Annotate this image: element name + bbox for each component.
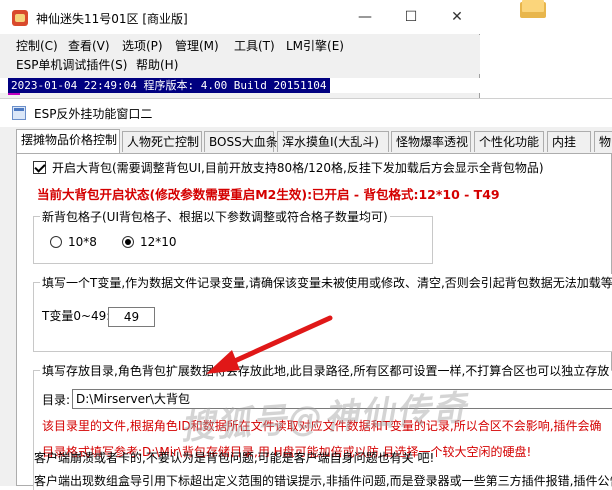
big-bag-checkbox[interactable] [33,161,46,174]
dialog-titlebar: ESP反外挂功能窗口二 [0,99,612,127]
menu-bar: 控制(C) 查看(V) 选项(P) 管理(M) 工具(T) LM引擎(E) [0,35,480,55]
menu-control[interactable]: 控制(C) [16,37,58,54]
menu-help[interactable]: 帮助(H) [136,56,178,73]
log-marker [8,93,20,95]
tvar-group: 填写一个T变量,作为数据文件记录变量,请确保该变量未被使用或修改、清空,否则会引… [33,274,612,352]
window-title: 神仙迷失11号01区 [商业版] [36,12,188,26]
main-titlebar: 神仙迷失11号01区 [商业版] — ☐ ✕ [0,0,480,34]
radio-12x10-button[interactable] [122,236,134,248]
tvar-field-label: T变量0~49: [42,309,111,323]
tab-items[interactable]: 物 [594,131,612,152]
menu-options[interactable]: 选项(P) [122,37,163,54]
tvar-group-label: 填写一个T变量,作为数据文件记录变量,请确保该变量未被使用或修改、清空,否则会引… [40,274,612,291]
menu-esp-plugin[interactable]: ESP单机调试插件(S) [16,56,127,73]
dialog-title: ESP反外挂功能窗口二 [34,107,153,121]
tvar-input[interactable]: 49 [108,307,155,327]
window-icon [12,106,26,120]
big-bag-checkbox-row[interactable]: 开启大背包(需要调整背包UI,目前开放支持80格/120格,反挂下发加载后方会显… [33,159,544,176]
tab-boss-hpbar[interactable]: BOSS大血条 [204,131,278,152]
radio-12x10-label: 12*10 [140,235,177,249]
app-icon [12,10,28,26]
log-area: 2023-01-04 22:49:04 程序版本: 4.00 Build 201… [0,78,480,93]
grid-size-group: 新背包格子(UI背包格子、根据以下参数调整或符合格子数量均可) 10*8 12*… [33,208,433,264]
maximize-icon[interactable]: ☐ [388,0,434,34]
menu-lm-engine[interactable]: LM引擎(E) [286,37,344,54]
menu-manage[interactable]: 管理(M) [175,37,219,54]
info-line-1: 客户端崩溃或者卡的,不要认为是背包问题,可能是客户端自身问题也有关 吧! [34,451,435,465]
main-window: 神仙迷失11号01区 [商业版] — ☐ ✕ 控制(C) 查看(V) 选项(P)… [0,0,480,100]
tab-personalize[interactable]: 个性化功能 [474,131,544,152]
dir-field-label: 目录: [42,393,71,407]
log-line: 2023-01-04 22:49:04 程序版本: 4.00 Build 201… [8,78,330,93]
minimize-icon[interactable]: — [342,0,388,34]
menu-tools[interactable]: 工具(T) [234,37,275,54]
big-bag-checkbox-label: 开启大背包(需要调整背包UI,目前开放支持80格/120格,反挂下发加载后方会显… [52,161,544,175]
tab-brawl[interactable]: 浑水摸鱼I(大乱斗) [277,131,389,152]
tab-internal[interactable]: 内挂 [547,131,591,152]
grid-group-label: 新背包格子(UI背包格子、根据以下参数调整或符合格子数量均可) [40,208,390,225]
radio-10x8-label: 10*8 [68,235,97,249]
dir-group-label: 填写存放目录,角色背包扩展数据将会存放此地,此目录路径,所有区都可设置一样,不打… [40,362,612,379]
close-icon[interactable]: ✕ [434,0,480,34]
tab-death-control[interactable]: 人物死亡控制 [122,131,202,152]
radio-12x10[interactable]: 12*10 [122,235,177,249]
menu-bar-2: ESP单机调试插件(S) 帮助(H) [0,54,480,74]
radio-10x8-button[interactable] [50,236,62,248]
info-line-2: 客户端出现数组盒导引用下标超出定义范围的错误提示,非插件问题,而是登录器或一些第… [34,474,612,488]
folder-icon[interactable] [520,0,546,18]
menu-view[interactable]: 查看(V) [68,37,110,54]
tab-drop-rate[interactable]: 怪物爆率透视 [391,131,471,152]
radio-10x8[interactable]: 10*8 [50,235,97,249]
big-bag-status: 当前大背包开启状态(修改参数需要重启M2生效):已开启 - 背包格式:12*10… [37,187,500,202]
tab-stall-price[interactable]: 摆摊物品价格控制 [16,129,120,153]
